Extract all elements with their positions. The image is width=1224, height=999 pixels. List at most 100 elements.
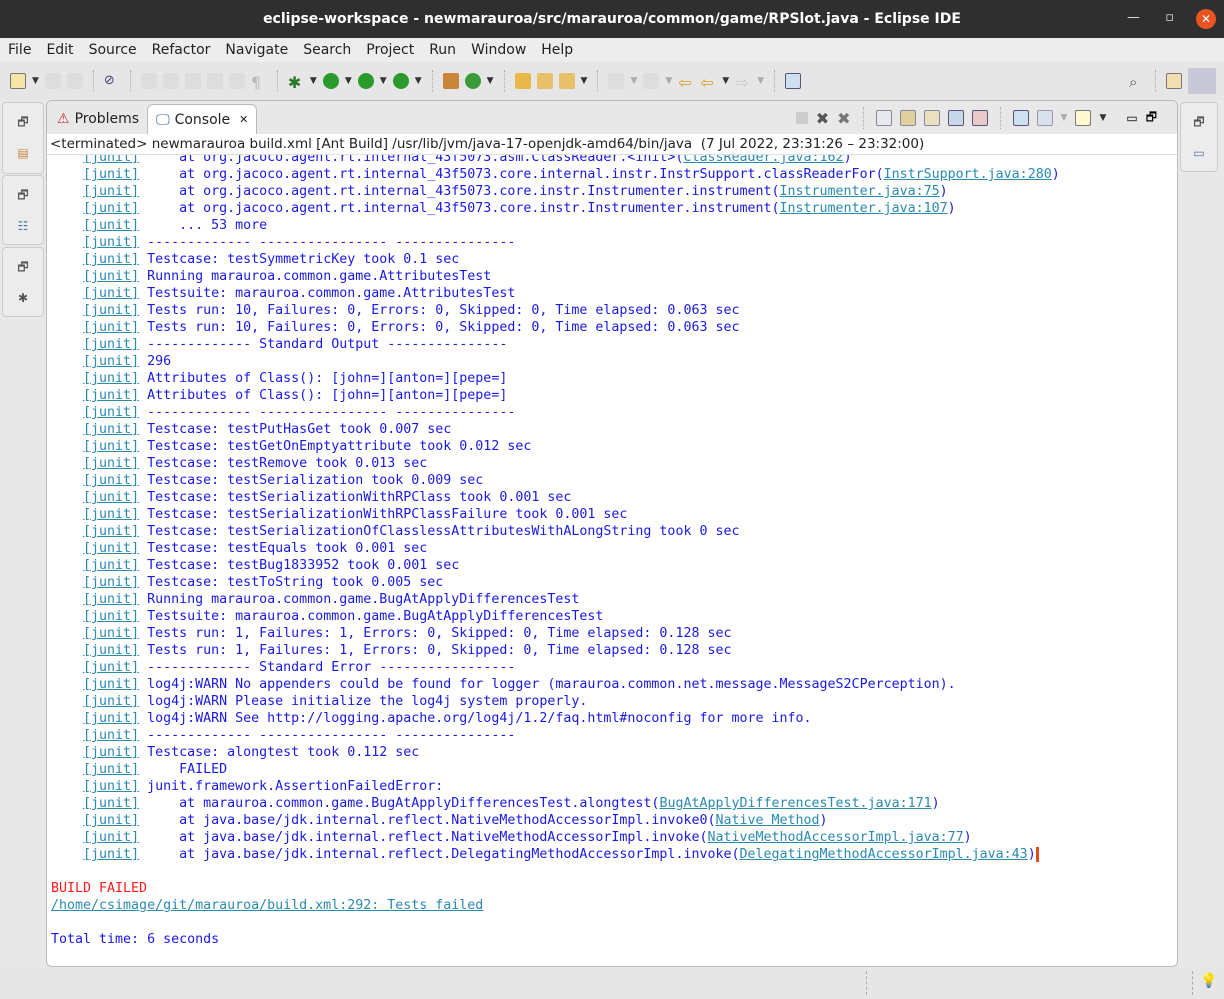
source-link[interactable]: Instrumenter.java:75: [780, 184, 940, 199]
junit-task-link[interactable]: [junit]: [83, 439, 139, 454]
source-link[interactable]: NativeMethodAccessorImpl.java:77: [707, 830, 963, 845]
junit-task-link[interactable]: [junit]: [83, 643, 139, 658]
menu-source[interactable]: Source: [89, 42, 137, 58]
package-explorer-icon[interactable]: ▤: [17, 146, 28, 160]
restore-icon[interactable]: 🗗: [17, 113, 28, 134]
block-icon[interactable]: [206, 73, 223, 89]
terminate-icon[interactable]: [795, 112, 808, 124]
source-link[interactable]: Instrumenter.java:107: [780, 201, 948, 216]
save-icon[interactable]: [44, 73, 61, 89]
junit-task-link[interactable]: [junit]: [83, 762, 139, 777]
junit-task-link[interactable]: [junit]: [83, 155, 139, 165]
search-icon[interactable]: ⌕: [1129, 73, 1145, 91]
junit-task-link[interactable]: [junit]: [83, 507, 139, 522]
pin-editor-icon[interactable]: [785, 73, 802, 89]
java-perspective-icon[interactable]: [1188, 68, 1216, 94]
menu-help[interactable]: Help: [541, 42, 573, 58]
forward-icon[interactable]: ⇨: [735, 73, 751, 92]
menu-search[interactable]: Search: [303, 42, 351, 58]
external-tools-icon[interactable]: [392, 73, 409, 89]
open-task-icon[interactable]: [536, 73, 553, 89]
junit-task-link[interactable]: [junit]: [83, 694, 139, 709]
remove-all-terminated-icon[interactable]: ✖: [837, 109, 850, 128]
coverage-icon[interactable]: [357, 73, 374, 89]
junit-task-link[interactable]: [junit]: [83, 371, 139, 386]
menu-edit[interactable]: Edit: [46, 42, 73, 58]
junit-task-link[interactable]: [junit]: [83, 218, 139, 233]
show-on-stdout-icon[interactable]: [947, 110, 964, 126]
junit-task-link[interactable]: [junit]: [83, 201, 139, 216]
junit-task-link[interactable]: [junit]: [83, 252, 139, 267]
junit-task-link[interactable]: [junit]: [83, 422, 139, 437]
junit-task-link[interactable]: [junit]: [83, 286, 139, 301]
skip-breakpoints-icon[interactable]: ⊘: [104, 73, 120, 89]
junit-task-link[interactable]: [junit]: [83, 592, 139, 607]
menu-run[interactable]: Run: [429, 42, 456, 58]
source-link[interactable]: ClassReader.java:162: [683, 155, 843, 165]
junit-task-link[interactable]: [junit]: [83, 813, 139, 828]
restore-icon[interactable]: 🗗: [1193, 113, 1204, 134]
restore-icon[interactable]: 🗗: [17, 258, 28, 279]
display-console-icon[interactable]: [1036, 110, 1053, 126]
task-list-icon[interactable]: ▭: [1193, 146, 1204, 160]
junit-task-link[interactable]: [junit]: [83, 660, 139, 675]
junit-task-link[interactable]: [junit]: [83, 677, 139, 692]
minimize-button[interactable]: —: [1127, 10, 1140, 25]
new-class-icon[interactable]: [464, 73, 481, 89]
junit-task-link[interactable]: [junit]: [83, 337, 139, 352]
build-error-link[interactable]: /home/csimage/git/marauroa/build.xml:292…: [51, 897, 1177, 914]
junit-task-link[interactable]: [junit]: [83, 303, 139, 318]
source-link[interactable]: Native Method: [715, 813, 819, 828]
show-whitespace-icon[interactable]: ¶: [251, 73, 267, 92]
junit-task-link[interactable]: [junit]: [83, 728, 139, 743]
junit-task-link[interactable]: [junit]: [83, 473, 139, 488]
junit-task-link[interactable]: [junit]: [83, 779, 139, 794]
junit-task-link[interactable]: [junit]: [83, 711, 139, 726]
maximize-view-icon[interactable]: 🗗: [1146, 108, 1157, 129]
show-on-stderr-icon[interactable]: [971, 110, 988, 126]
debug-icon[interactable]: ✱: [288, 73, 304, 92]
restore-icon[interactable]: 🗗: [17, 186, 28, 207]
word-wrap-icon[interactable]: [923, 110, 940, 126]
open-console-icon[interactable]: [1075, 110, 1092, 126]
junit-task-link[interactable]: [junit]: [83, 235, 139, 250]
open-type-icon[interactable]: [514, 73, 531, 89]
source-link[interactable]: BugAtApplyDifferencesTest.java:171: [659, 796, 931, 811]
new-package-icon[interactable]: [442, 73, 459, 89]
junit-icon[interactable]: ✱: [18, 291, 28, 305]
junit-task-link[interactable]: [junit]: [83, 354, 139, 369]
new-icon[interactable]: [10, 73, 26, 89]
scroll-lock-icon[interactable]: [899, 110, 916, 126]
source-link[interactable]: DelegatingMethodAccessorImpl.java:43: [739, 847, 1027, 862]
junit-task-link[interactable]: [junit]: [83, 626, 139, 641]
junit-task-link[interactable]: [junit]: [83, 167, 139, 182]
junit-task-link[interactable]: [junit]: [83, 184, 139, 199]
search-marker-icon[interactable]: [558, 73, 575, 89]
junit-task-link[interactable]: [junit]: [83, 830, 139, 845]
clear-console-icon[interactable]: [875, 110, 892, 126]
run-icon[interactable]: [322, 73, 339, 89]
source-link[interactable]: InstrSupport.java:280: [884, 167, 1052, 182]
close-button[interactable]: ✕: [1196, 9, 1216, 29]
junit-task-link[interactable]: [junit]: [83, 388, 139, 403]
outline-icon[interactable]: ☷: [18, 219, 29, 233]
open-perspective-icon[interactable]: [1166, 73, 1182, 89]
tip-lightbulb-icon[interactable]: 💡: [1200, 973, 1217, 989]
junit-task-link[interactable]: [junit]: [83, 405, 139, 420]
tab-console[interactable]: 🖵 Console ✕: [147, 104, 258, 134]
menu-navigate[interactable]: Navigate: [225, 42, 288, 58]
junit-task-link[interactable]: [junit]: [83, 796, 139, 811]
menu-refactor[interactable]: Refactor: [152, 42, 211, 58]
edit-icon[interactable]: [140, 73, 157, 89]
junit-task-link[interactable]: [junit]: [83, 575, 139, 590]
menu-file[interactable]: File: [8, 42, 31, 58]
minimize-view-icon[interactable]: ▭: [1126, 111, 1137, 125]
back-icon[interactable]: ⇦: [700, 73, 716, 92]
format-icon[interactable]: [228, 73, 245, 89]
pin-console-icon[interactable]: [1012, 110, 1029, 126]
remove-launch-icon[interactable]: ✖: [816, 109, 829, 128]
tab-problems[interactable]: ⚠ Problems: [49, 104, 147, 134]
save-all-icon[interactable]: [66, 73, 83, 89]
last-edit-icon[interactable]: ⇦: [678, 73, 694, 92]
highlight-icon[interactable]: [162, 73, 179, 89]
